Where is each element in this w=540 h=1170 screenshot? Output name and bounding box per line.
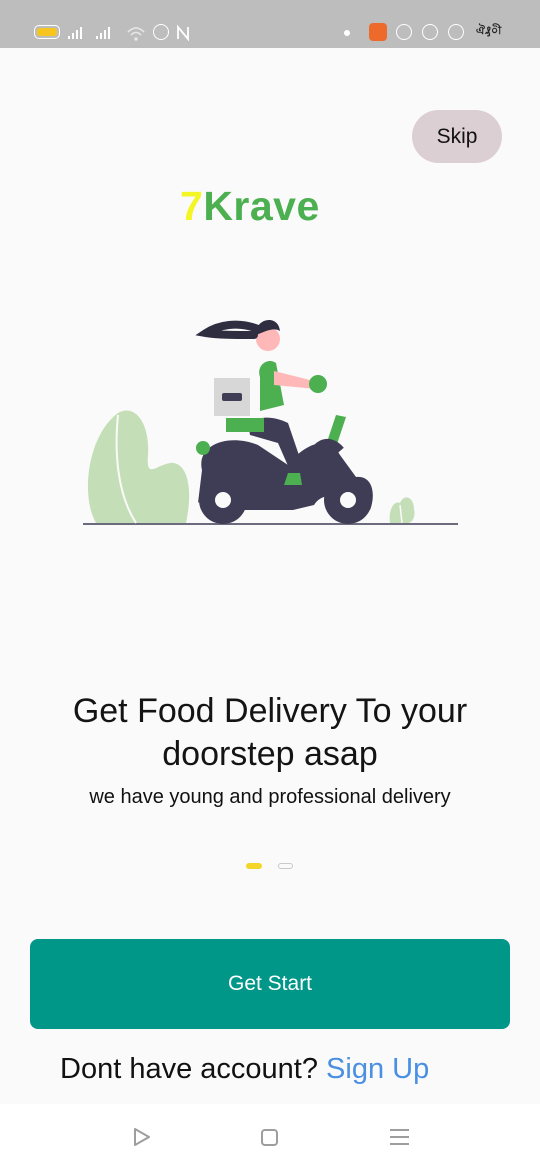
wifi-icon [127, 27, 145, 41]
logo-word: Krave [203, 183, 320, 229]
app-notification-icon [369, 23, 387, 41]
sign-up-link[interactable]: Sign Up [326, 1053, 429, 1085]
page-dot-active[interactable] [246, 863, 262, 869]
alarm-icon [153, 24, 169, 40]
messenger-icon [422, 24, 438, 40]
status-bar: ঐ₰০ী [0, 0, 540, 48]
battery-icon [34, 25, 60, 39]
onboarding-subtitle: we have young and professional delivery [89, 786, 451, 808]
signal-icon [68, 25, 88, 39]
logo-number: 7 [180, 183, 204, 229]
get-start-button[interactable]: Get Start [30, 939, 510, 1029]
signup-prompt: Dont have account? [60, 1053, 318, 1085]
scooter-delivery-illustration [83, 319, 458, 525]
signup-row: Dont have account? Sign Up [60, 1053, 429, 1086]
notification-icon [448, 24, 464, 40]
signal-icon [96, 25, 116, 39]
skip-button[interactable]: Skip [412, 110, 502, 163]
onboarding-title: Get Food Delivery To your doorstep asap [72, 692, 468, 773]
facebook-icon [396, 24, 412, 40]
dot-icon [344, 30, 350, 36]
nfc-icon [177, 24, 189, 42]
back-triangle-icon[interactable] [132, 1127, 152, 1147]
menu-lines-icon[interactable] [389, 1128, 410, 1146]
status-right-text: ঐ₰০ী [476, 25, 502, 37]
home-square-icon[interactable] [261, 1129, 278, 1146]
page-dot-inactive[interactable] [278, 863, 293, 869]
app-logo: 7Krave [180, 183, 320, 229]
